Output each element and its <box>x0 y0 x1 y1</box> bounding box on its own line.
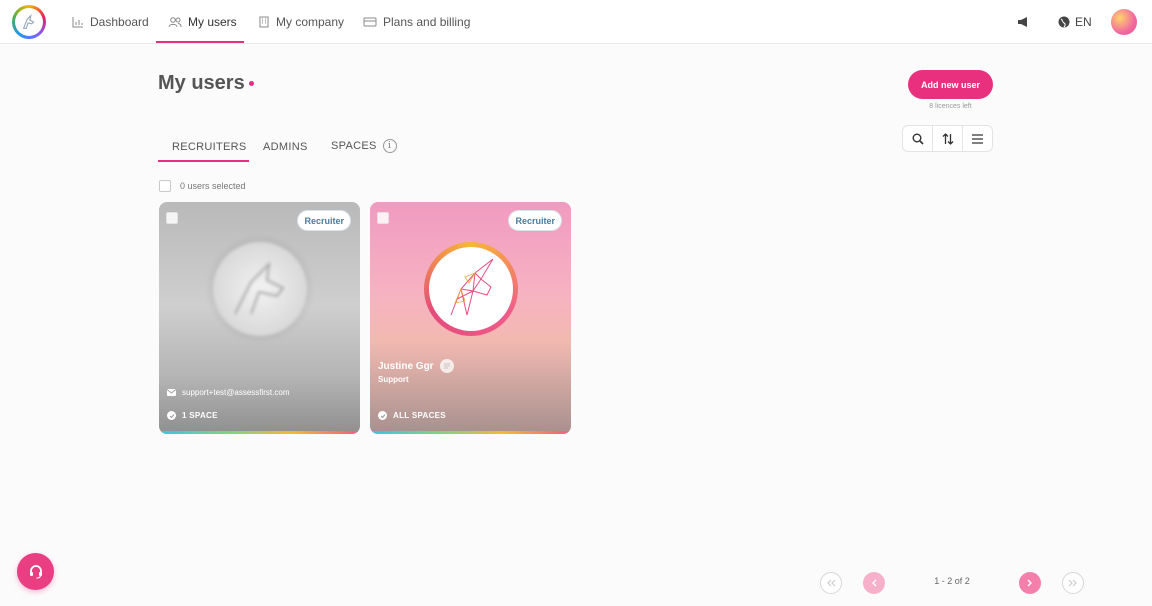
chevron-right-icon <box>1027 579 1032 587</box>
user-email: support+test@assessfirst.com <box>167 388 290 397</box>
nav-plans-billing[interactable]: Plans and billing <box>363 0 470 44</box>
check-circle-icon <box>378 411 387 420</box>
tab-spaces[interactable]: SPACES i <box>331 139 397 153</box>
role-badge: Recruiter <box>508 210 562 231</box>
role-badge: Recruiter <box>297 210 351 231</box>
active-nav-indicator <box>156 41 244 43</box>
globe-icon <box>1058 16 1070 28</box>
user-email-text: support+test@assessfirst.com <box>182 388 290 397</box>
app-logo[interactable] <box>12 5 46 39</box>
unicorn-logo-icon <box>22 13 35 29</box>
user-name-text: Justine Ggr <box>378 360 434 372</box>
envelope-icon <box>167 389 176 396</box>
profile-avatar[interactable] <box>1111 9 1137 35</box>
user-spaces-text: 1 SPACE <box>182 411 218 420</box>
first-page-button[interactable] <box>820 572 842 594</box>
sort-button[interactable] <box>933 126 963 151</box>
add-new-user-button[interactable]: Add new user <box>908 70 993 99</box>
pagination-range: 1 - 2 of 2 <box>934 576 970 586</box>
megaphone-icon <box>1018 17 1027 27</box>
nav-dashboard-label: Dashboard <box>90 15 149 29</box>
double-chevron-right-icon <box>1068 579 1077 587</box>
language-label: EN <box>1075 15 1092 29</box>
announcements-button[interactable] <box>1017 0 1029 44</box>
list-toolbar <box>902 125 993 152</box>
unicorn-avatar-icon <box>450 258 493 316</box>
page-title-text: My users <box>158 72 245 94</box>
double-chevron-left-icon <box>827 579 836 587</box>
search-icon <box>912 133 924 145</box>
top-navigation-bar: Dashboard My users My company Plans and … <box>0 0 1152 44</box>
user-card-checkbox[interactable] <box>166 212 178 224</box>
last-page-button[interactable] <box>1062 572 1084 594</box>
unicorn-avatar-icon <box>233 261 285 315</box>
user-avatar <box>423 242 518 336</box>
info-icon[interactable]: i <box>382 139 397 153</box>
user-spaces: ALL SPACES <box>378 411 446 420</box>
nav-plans-billing-label: Plans and billing <box>383 15 471 29</box>
user-card[interactable]: Recruiter Justine Ggr Support ALL SPACES <box>370 202 571 434</box>
nav-my-company-label: My company <box>276 15 345 29</box>
nav-my-users[interactable]: My users <box>168 0 237 44</box>
user-card[interactable]: Recruiter support+test@assessfirst.com 1… <box>159 202 360 434</box>
user-name: Justine Ggr <box>378 359 454 373</box>
active-tab-indicator <box>158 160 249 162</box>
chevron-left-icon <box>872 579 877 587</box>
user-spaces: 1 SPACE <box>167 411 218 420</box>
tab-recruiters[interactable]: RECRUITERS <box>172 141 247 153</box>
sort-icon <box>942 132 953 145</box>
card-color-bar <box>370 431 571 434</box>
user-avatar <box>212 242 307 336</box>
page-title: My users <box>158 72 254 95</box>
users-icon <box>168 17 182 28</box>
user-role: Support <box>378 375 409 384</box>
support-chat-button[interactable] <box>17 553 54 590</box>
tab-admins[interactable]: ADMINS <box>263 141 308 153</box>
check-circle-icon <box>167 411 176 420</box>
licences-left: 8 licences left <box>929 103 972 110</box>
headset-icon <box>29 564 42 579</box>
user-card-checkbox[interactable] <box>377 212 389 224</box>
chart-icon <box>72 17 83 28</box>
list-view-button[interactable] <box>963 126 992 151</box>
billing-icon <box>363 17 377 27</box>
menu-icon <box>972 133 983 144</box>
users-selected-count: 0 users selected <box>180 181 246 191</box>
nav-dashboard[interactable]: Dashboard <box>72 0 149 44</box>
title-dot <box>248 81 254 87</box>
previous-page-button[interactable] <box>863 572 885 594</box>
tab-spaces-label: SPACES <box>331 139 377 152</box>
nav-my-company[interactable]: My company <box>258 0 344 44</box>
search-button[interactable] <box>903 126 933 151</box>
building-icon <box>259 16 269 28</box>
next-page-button[interactable] <box>1019 572 1041 594</box>
nav-my-users-label: My users <box>188 15 237 29</box>
card-color-bar <box>159 431 360 434</box>
select-all-row: 0 users selected <box>159 180 246 192</box>
select-all-checkbox[interactable] <box>159 180 171 192</box>
chat-icon[interactable] <box>439 359 454 373</box>
user-spaces-text: ALL SPACES <box>393 411 446 420</box>
language-selector[interactable]: EN <box>1058 0 1092 44</box>
